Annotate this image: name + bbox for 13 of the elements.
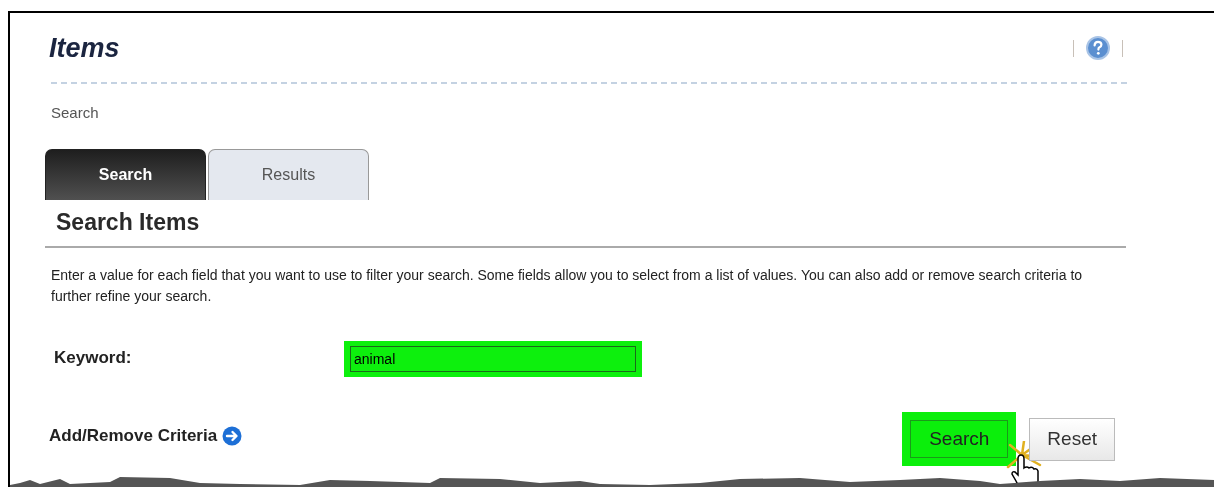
description-text: Enter a value for each field that you want to use to filter your search. Some fields allow you to select from a list of values. You can also add or remove search criteria to further refine your search. bbox=[51, 266, 1084, 306]
tab[interactable]: Search bbox=[45, 149, 206, 200]
keyword-field[interactable]: animal bbox=[344, 341, 642, 377]
action-button[interactable]: Reset bbox=[1029, 417, 1115, 461]
breadcrumb: Search bbox=[51, 104, 100, 121]
help-icon[interactable] bbox=[1086, 36, 1110, 60]
action-button[interactable]: Search bbox=[902, 412, 1017, 466]
field-label: Keyword: bbox=[54, 348, 133, 368]
page-title: Items bbox=[49, 32, 120, 64]
add-remove-criteria-link[interactable]: Add/Remove Criteria bbox=[49, 426, 218, 446]
arrow-right-icon[interactable] bbox=[222, 426, 243, 446]
section-title: Search Items bbox=[56, 209, 201, 236]
tab[interactable]: Results bbox=[208, 149, 369, 200]
